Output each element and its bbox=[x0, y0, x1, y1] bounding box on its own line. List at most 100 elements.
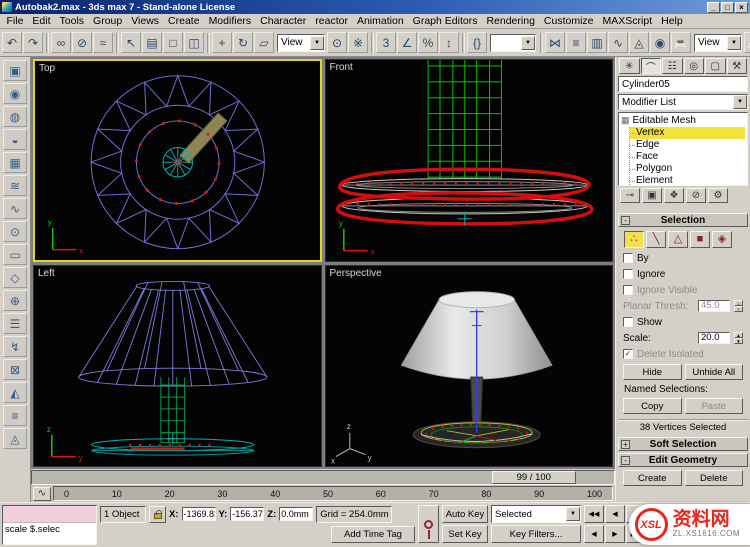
pin-stack-icon[interactable]: ⊸ bbox=[620, 188, 640, 203]
viewport-top-label[interactable]: Top bbox=[39, 63, 55, 74]
use-pivot-center-icon[interactable]: ⊙ bbox=[327, 32, 347, 53]
tab-hierarchy-icon[interactable]: ☷ bbox=[662, 58, 683, 74]
expand-icon[interactable]: + bbox=[621, 439, 630, 449]
render-scene-icon[interactable]: ☕ bbox=[671, 32, 691, 53]
chevron-down-icon[interactable]: ▼ bbox=[521, 35, 535, 50]
menu-tools[interactable]: Tools bbox=[55, 14, 89, 28]
material-editor-icon[interactable]: ◉ bbox=[650, 32, 670, 53]
stack-item-edge[interactable]: Edge bbox=[630, 139, 745, 151]
bind-to-space-warp-icon[interactable]: ≈ bbox=[93, 32, 113, 53]
listener-pane[interactable]: scale $.selec bbox=[3, 522, 96, 544]
select-and-link-icon[interactable]: ∞ bbox=[51, 32, 71, 53]
time-slider[interactable]: 99 / 100 bbox=[31, 470, 615, 485]
minimize-button[interactable]: _ bbox=[707, 1, 720, 13]
snaps-toggle-icon[interactable]: 3 bbox=[376, 32, 396, 53]
select-and-scale-icon[interactable]: ▱ bbox=[254, 32, 274, 53]
menu-customize[interactable]: Customize bbox=[539, 14, 598, 28]
align-icon[interactable]: ≡ bbox=[566, 32, 586, 53]
polygon-icon[interactable]: ■ bbox=[690, 231, 710, 248]
reactor-tool-7-icon[interactable]: ∿ bbox=[3, 198, 27, 219]
angle-snap-icon[interactable]: ∠ bbox=[397, 32, 417, 53]
redo-icon[interactable]: ↷ bbox=[23, 32, 43, 53]
selection-rollout-header[interactable]: - Selection bbox=[618, 213, 748, 227]
z-coordinate-field[interactable]: 0.0mm bbox=[279, 507, 314, 521]
reactor-tool-2-icon[interactable]: ◉ bbox=[3, 83, 27, 104]
schematic-view-icon[interactable]: ◬ bbox=[629, 32, 649, 53]
stack-item-vertex[interactable]: Vertex bbox=[630, 127, 745, 139]
mini-curve-editor-icon[interactable]: ∿ bbox=[33, 486, 51, 501]
collapse-icon[interactable]: - bbox=[621, 215, 630, 225]
reactor-tool-10-icon[interactable]: ◇ bbox=[3, 267, 27, 288]
tab-display-icon[interactable]: ▢ bbox=[705, 58, 726, 74]
select-object-icon[interactable]: ↖ bbox=[121, 32, 141, 53]
soft-selection-rollout-header[interactable]: + Soft Selection bbox=[618, 437, 748, 451]
rectangular-selection-region-icon[interactable]: □ bbox=[163, 32, 183, 53]
viewport-left[interactable]: Left z y bbox=[33, 264, 322, 467]
reactor-tool-16-icon[interactable]: ≡ bbox=[3, 405, 27, 426]
reactor-tool-9-icon[interactable]: ▭ bbox=[3, 244, 27, 265]
key-filters-button[interactable]: Key Filters... bbox=[491, 525, 581, 543]
collapse-icon[interactable]: - bbox=[621, 455, 630, 465]
key-filter-scope-dropdown[interactable]: Selected ▼ bbox=[491, 505, 581, 523]
layer-manager-icon[interactable]: ▥ bbox=[587, 32, 607, 53]
hide-button[interactable]: Hide bbox=[623, 364, 682, 380]
reactor-tool-12-icon[interactable]: ☰ bbox=[3, 313, 27, 334]
viewport-perspective-label[interactable]: Perspective bbox=[330, 268, 382, 279]
select-by-name-icon[interactable]: ▤ bbox=[142, 32, 162, 53]
stack-item-polygon[interactable]: Polygon bbox=[630, 163, 745, 175]
selection-lock-icon[interactable] bbox=[149, 505, 166, 523]
reactor-tool-3-icon[interactable]: ◍ bbox=[3, 106, 27, 127]
reactor-tool-11-icon[interactable]: ⊕ bbox=[3, 290, 27, 311]
menu-animation[interactable]: Animation bbox=[352, 14, 408, 28]
x-coordinate-field[interactable]: -1369.83 bbox=[181, 507, 216, 521]
menu-group[interactable]: Group bbox=[89, 14, 127, 28]
reactor-tool-13-icon[interactable]: ↯ bbox=[3, 336, 27, 357]
undo-icon[interactable]: ↶ bbox=[2, 32, 22, 53]
tab-modify-icon[interactable]: ⌒ bbox=[640, 58, 661, 74]
tab-utilities-icon[interactable]: ⚒ bbox=[726, 58, 747, 74]
previous-frame-icon[interactable]: ◀ bbox=[605, 505, 625, 523]
menu-reactor[interactable]: reactor bbox=[311, 14, 353, 28]
y-coordinate-field[interactable]: -156.37 bbox=[230, 507, 265, 521]
menu-rendering[interactable]: Rendering bbox=[482, 14, 539, 28]
planar-thresh-field[interactable]: 45.0 bbox=[698, 300, 730, 312]
edit-named-selection-sets-icon[interactable]: {} bbox=[467, 32, 487, 53]
reactor-tool-1-icon[interactable]: ▣ bbox=[3, 60, 27, 81]
menu-maxscript[interactable]: MAXScript bbox=[598, 14, 657, 28]
viewport-left-label[interactable]: Left bbox=[38, 268, 55, 279]
object-name-field[interactable]: Cylinder05 bbox=[618, 76, 748, 92]
menu-modifiers[interactable]: Modifiers bbox=[204, 14, 256, 28]
tab-motion-icon[interactable]: ◎ bbox=[683, 58, 704, 74]
modifier-stack[interactable]: ▦ Editable Mesh Vertex Edge Face Polygon… bbox=[618, 112, 748, 186]
chevron-down-icon[interactable]: ▼ bbox=[733, 95, 747, 109]
menu-create[interactable]: Create bbox=[164, 14, 205, 28]
reactor-tool-4-icon[interactable]: ◒ bbox=[3, 129, 27, 150]
menu-graph-editors[interactable]: Graph Editors bbox=[408, 14, 482, 28]
make-unique-icon[interactable]: ❖ bbox=[664, 188, 684, 203]
by-vertex-checkbox[interactable] bbox=[623, 253, 633, 263]
close-button[interactable]: × bbox=[735, 1, 748, 13]
vertex-icon[interactable]: ∴ bbox=[624, 231, 644, 248]
viewport-perspective[interactable]: Perspective x y z bbox=[324, 264, 613, 467]
paste-button[interactable]: Paste bbox=[684, 398, 743, 414]
key-step-back-icon[interactable]: ◀ bbox=[584, 525, 604, 543]
menu-file[interactable]: File bbox=[2, 14, 28, 28]
go-to-start-icon[interactable]: ◀◀ bbox=[584, 505, 604, 523]
menu-edit[interactable]: Edit bbox=[28, 14, 55, 28]
reactor-tool-5-icon[interactable]: ▦ bbox=[3, 152, 27, 173]
spinner-icon[interactable]: ▲ ▼ bbox=[734, 300, 743, 312]
set-key-button[interactable]: Set Key bbox=[442, 525, 488, 543]
spinner-snap-icon[interactable]: ↕ bbox=[439, 32, 459, 53]
select-and-move-icon[interactable]: + bbox=[212, 32, 232, 53]
percent-snap-icon[interactable]: % bbox=[418, 32, 438, 53]
ignore-backfacing-checkbox[interactable] bbox=[623, 269, 633, 279]
mirror-icon[interactable]: ⋈ bbox=[545, 32, 565, 53]
set-keys-button[interactable] bbox=[418, 505, 439, 543]
unlink-selection-icon[interactable]: ⊘ bbox=[72, 32, 92, 53]
menu-character[interactable]: Character bbox=[256, 14, 311, 28]
track-bar-ruler[interactable]: 0 10 20 30 40 50 60 70 80 90 100 bbox=[53, 486, 613, 501]
reactor-tool-17-icon[interactable]: ◬ bbox=[3, 428, 27, 449]
ignore-visible-checkbox[interactable] bbox=[623, 285, 633, 295]
maxscript-mini-listener[interactable]: scale $.selec bbox=[2, 505, 97, 545]
edit-geometry-rollout-header[interactable]: - Edit Geometry bbox=[618, 453, 748, 467]
